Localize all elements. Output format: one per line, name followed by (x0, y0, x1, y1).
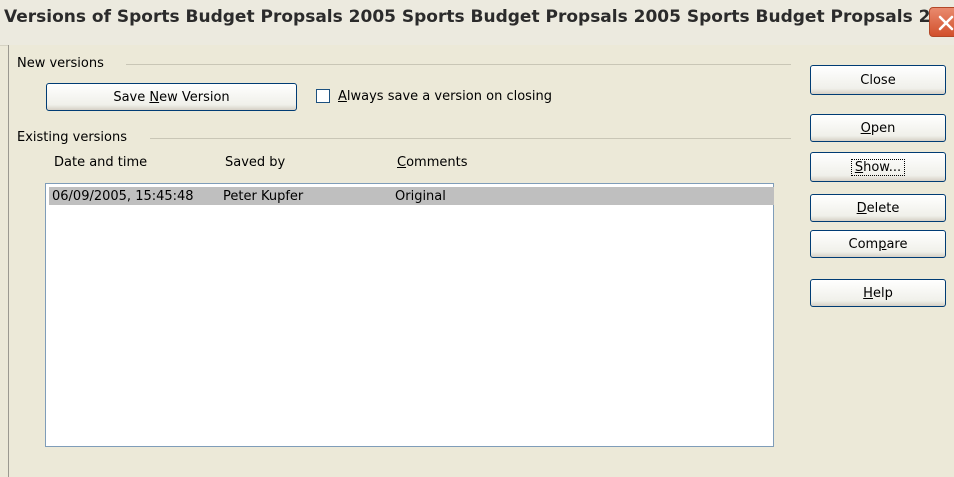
always-save-mnemonic: A (338, 89, 347, 104)
open-label-text: pen (870, 120, 896, 136)
row-comments: Original (395, 189, 446, 204)
open-button[interactable]: Open (810, 114, 946, 142)
close-button[interactable]: Close (810, 65, 946, 95)
save-new-version-button[interactable]: Save New Version (46, 83, 297, 111)
save-new-version-mnemonic: N (149, 89, 160, 105)
comments-label-text: omments (406, 155, 468, 170)
column-header-saved-by: Saved by (225, 155, 286, 170)
show-mnemonic: S (854, 159, 864, 175)
delete-mnemonic: D (856, 200, 867, 216)
existing-versions-separator (150, 138, 791, 139)
comments-mnemonic: C (397, 155, 407, 170)
row-date-time: 06/09/2005, 15:45:48 (52, 189, 194, 204)
open-mnemonic: O (860, 120, 871, 136)
new-versions-separator (126, 64, 791, 65)
always-save-label-text: lways save a version on closing (346, 89, 553, 104)
delete-label-text: elete (866, 200, 900, 216)
list-item[interactable]: 06/09/2005, 15:45:48 Peter Kupfer Origin… (49, 187, 774, 205)
new-versions-group-label: New versions (17, 56, 108, 71)
show-button[interactable]: Show... (810, 152, 946, 182)
help-label-text: elp (872, 285, 893, 301)
compare-label-start: Com (848, 236, 879, 252)
compare-label-end: are (886, 236, 908, 252)
save-new-version-label-end: ew Version (159, 89, 230, 105)
help-button[interactable]: Help (810, 279, 946, 307)
window-close-button[interactable] (929, 7, 954, 37)
always-save-label[interactable]: Always save a version on closing (338, 89, 552, 104)
versions-list[interactable]: 06/09/2005, 15:45:48 Peter Kupfer Origin… (45, 183, 774, 447)
save-new-version-label-start: Save (113, 89, 150, 105)
always-save-checkbox[interactable] (316, 89, 330, 103)
row-saved-by: Peter Kupfer (223, 189, 304, 204)
window-title: Versions of Sports Budget Propsals 2005 … (4, 7, 954, 27)
help-mnemonic: H (863, 285, 873, 301)
column-header-comments: Comments (397, 155, 467, 170)
close-icon (938, 15, 954, 31)
show-focus-rect: Show... (850, 158, 906, 176)
column-header-date-time: Date and time (54, 155, 148, 170)
title-bar: Versions of Sports Budget Propsals 2005 … (0, 0, 954, 46)
delete-button[interactable]: Delete (810, 194, 946, 222)
existing-versions-group-label: Existing versions (17, 130, 132, 145)
show-label-text: how... (863, 159, 902, 175)
compare-button[interactable]: Compare (810, 230, 946, 258)
